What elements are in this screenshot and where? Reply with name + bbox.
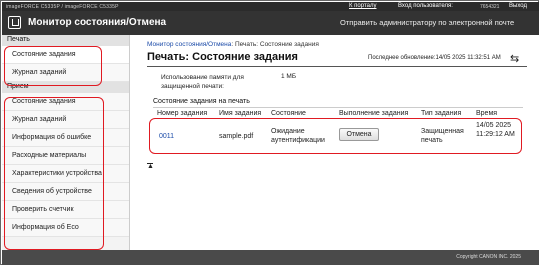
job-type: Защищенная печать xyxy=(421,128,464,144)
section-divider xyxy=(153,107,523,108)
back-to-top-icon[interactable]: ▲ xyxy=(147,163,154,170)
portal-link[interactable]: К порталу xyxy=(349,3,376,9)
job-name: sample.pdf xyxy=(219,133,254,140)
main-content: Монитор состояния/Отмена: Печать: Состоя… xyxy=(131,35,539,250)
sidebar-header-receive: Прием xyxy=(2,82,129,93)
cancel-button[interactable]: Отмена xyxy=(339,128,379,141)
sidebar-header-print: Печать xyxy=(2,35,129,46)
sidebar: Печать Состояние задания Журнал заданий … xyxy=(2,35,130,250)
breadcrumb-rest: : Печать: Состояние задания xyxy=(231,41,319,48)
sidebar-item-consumables[interactable]: Расходные материалы xyxy=(2,147,129,165)
memory-usage-value: 1 МБ xyxy=(281,73,297,80)
breadcrumb: Монитор состояния/Отмена: Печать: Состоя… xyxy=(147,41,319,48)
column-header-status: Состояние xyxy=(271,110,306,117)
sidebar-item-device-features[interactable]: Характеристики устройства xyxy=(2,165,129,183)
sidebar-item-print-job-log[interactable]: Журнал заданий xyxy=(2,64,129,82)
sidebar-item-receive-job-status[interactable]: Состояние задания xyxy=(2,93,129,111)
sidebar-item-check-counter[interactable]: Проверить счетчик xyxy=(2,201,129,219)
refresh-icon[interactable]: ⇆ xyxy=(510,52,519,65)
column-header-number: Номер задания xyxy=(157,110,208,117)
home-icon[interactable] xyxy=(8,16,21,29)
logout-link[interactable]: Выход xyxy=(509,3,527,9)
sidebar-item-device-info[interactable]: Сведения об устройстве xyxy=(2,183,129,201)
memory-usage-label: Использование памяти для защищенной печа… xyxy=(161,74,244,90)
device-name: imageFORCE C5335P / imageFORCE C5335P xyxy=(6,4,119,10)
page-title: Печать: Состояние задания xyxy=(147,51,298,63)
page-section-title: Монитор состояния/Отмена xyxy=(28,17,167,28)
section-title: Состояние задания на печать xyxy=(153,98,250,105)
top-bar: imageFORCE C5335P / imageFORCE C5335P К … xyxy=(2,2,539,11)
login-label: Вход пользователя: xyxy=(398,3,453,9)
title-bar: Монитор состояния/Отмена Отправить админ… xyxy=(2,11,539,35)
job-status: Ожидание аутентификации xyxy=(271,128,325,144)
footer: Copyright CANON INC. 2025 xyxy=(2,250,539,265)
sidebar-item-error-info[interactable]: Информация об ошибке xyxy=(2,129,129,147)
copyright: Copyright CANON INC. 2025 xyxy=(456,254,521,260)
last-updated: Последнее обновление:14/05 2025 11:32:51… xyxy=(368,55,501,61)
job-number-link[interactable]: 0011 xyxy=(159,132,174,141)
column-header-type: Тип задания xyxy=(421,110,462,117)
column-header-name: Имя задания xyxy=(219,110,262,117)
job-time: 14/05 2025 11:29:12 AM xyxy=(476,122,515,138)
user-name: 7654321 xyxy=(480,4,500,10)
browser-frame: imageFORCE C5335P / imageFORCE C5335P К … xyxy=(0,0,539,265)
heading-divider xyxy=(147,66,527,67)
column-header-time: Время xyxy=(476,110,498,117)
mail-admin-link[interactable]: Отправить администратору по электронной … xyxy=(340,18,514,27)
sidebar-item-print-job-status[interactable]: Состояние задания xyxy=(2,46,129,64)
breadcrumb-link[interactable]: Монитор состояния/Отмена xyxy=(147,41,231,48)
column-header-action: Выполнение задания xyxy=(339,110,409,117)
sidebar-item-receive-job-log[interactable]: Журнал заданий xyxy=(2,111,129,129)
sidebar-item-eco-info[interactable]: Информация об Eco xyxy=(2,219,129,237)
